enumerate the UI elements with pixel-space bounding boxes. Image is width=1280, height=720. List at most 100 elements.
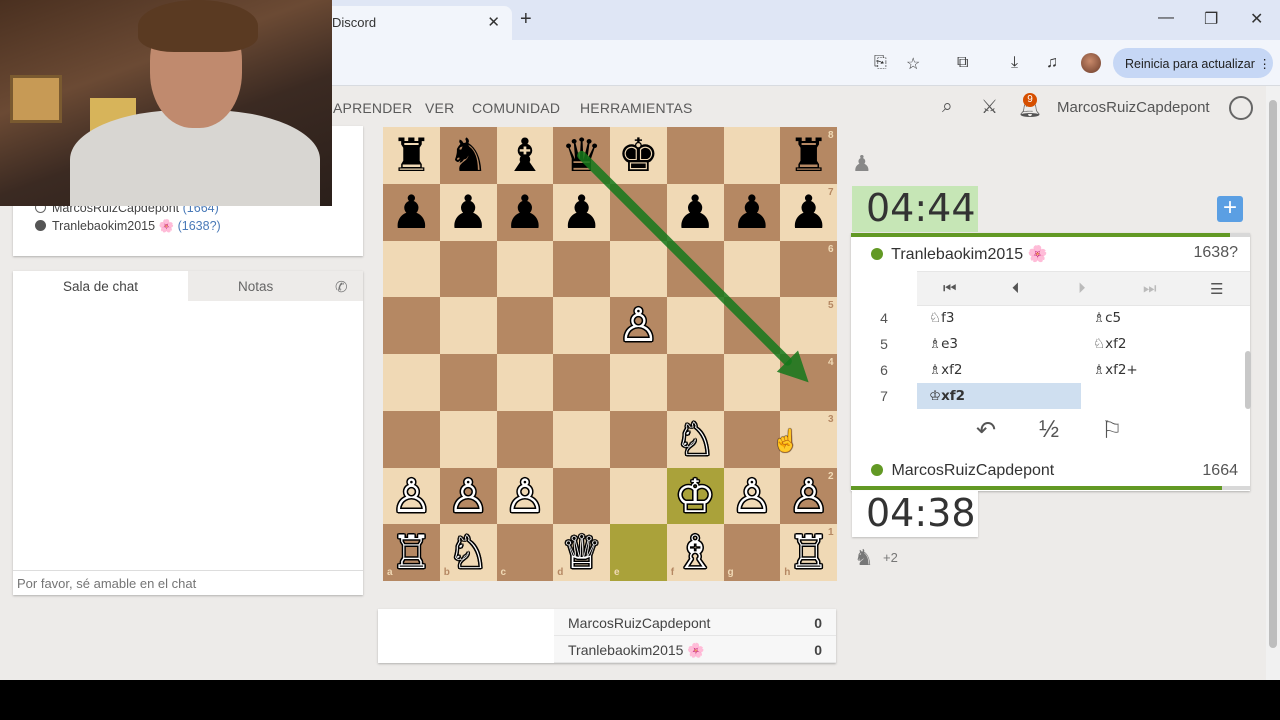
- square-f5[interactable]: [666, 297, 724, 354]
- square-c6[interactable]: [496, 240, 554, 298]
- move-black[interactable]: ♘xf2: [1081, 331, 1245, 357]
- square-e7[interactable]: [610, 183, 667, 241]
- piece-b8[interactable]: ♞: [440, 127, 497, 184]
- first-move-icon[interactable]: ⏮: [943, 280, 957, 297]
- piece-a8[interactable]: ♜: [383, 127, 440, 184]
- move-black[interactable]: [1081, 383, 1245, 409]
- nav-learn[interactable]: APRENDER: [333, 100, 412, 116]
- move-white[interactable]: ♗e3: [917, 331, 1081, 357]
- square-d4[interactable]: [553, 354, 610, 411]
- piece-b7[interactable]: ♟: [440, 184, 497, 241]
- square-f6[interactable]: [666, 240, 724, 298]
- moves-scrollbar[interactable]: [1245, 351, 1251, 409]
- update-button[interactable]: Reinicia para actualizar ⋮: [1113, 48, 1273, 78]
- piece-d7[interactable]: ♟: [553, 184, 610, 241]
- profile-avatar-icon[interactable]: [1081, 53, 1101, 73]
- square-d5[interactable]: [553, 297, 610, 354]
- user-icon[interactable]: [1229, 96, 1253, 120]
- piece-a1[interactable]: ♖: [383, 524, 440, 581]
- maximize-icon[interactable]: ❐: [1204, 9, 1218, 29]
- square-f8[interactable]: [666, 127, 724, 184]
- new-tab-icon[interactable]: +: [520, 8, 532, 31]
- square-g8[interactable]: [723, 127, 781, 184]
- offer-draw-button[interactable]: ½: [1039, 416, 1059, 444]
- opponent-name[interactable]: Tranlebaokim2015 🌸: [871, 244, 1047, 264]
- top-username[interactable]: MarcosRuizCapdepont: [1057, 99, 1210, 116]
- piece-b1[interactable]: ♘: [440, 524, 497, 581]
- square-d2[interactable]: [553, 467, 610, 525]
- square-c3[interactable]: [496, 410, 554, 468]
- minimize-icon[interactable]: —: [1158, 9, 1174, 27]
- piece-h7[interactable]: ♟: [780, 184, 837, 241]
- square-d6[interactable]: [553, 240, 610, 298]
- square-a3[interactable]: [383, 410, 440, 468]
- previous-move-icon[interactable]: ⏴: [1012, 280, 1020, 297]
- score-player-name[interactable]: Tranlebaokim2015 🌸: [568, 642, 705, 659]
- square-e3[interactable]: [610, 410, 667, 468]
- move-white[interactable]: ♘f3: [917, 305, 1081, 331]
- page-scrollbar-thumb[interactable]: [1269, 100, 1277, 648]
- install-app-icon[interactable]: ⎘: [874, 54, 887, 72]
- media-icon[interactable]: ♫: [1046, 54, 1058, 72]
- tab-close-icon[interactable]: ✕: [487, 13, 500, 31]
- move-white[interactable]: ♗xf2: [917, 357, 1081, 383]
- piece-c7[interactable]: ♟: [497, 184, 554, 241]
- piece-f7[interactable]: ♟: [667, 184, 724, 241]
- square-f4[interactable]: [666, 354, 724, 411]
- piece-c8[interactable]: ♝: [497, 127, 554, 184]
- square-e6[interactable]: [610, 240, 667, 298]
- next-move-icon[interactable]: ⏵: [1078, 280, 1086, 297]
- tab-chat[interactable]: Sala de chat: [13, 271, 188, 301]
- piece-f2[interactable]: ♔: [667, 468, 724, 525]
- piece-a7[interactable]: ♟: [383, 184, 440, 241]
- piece-h2[interactable]: ♙: [780, 468, 837, 525]
- extensions-icon[interactable]: ⧉: [957, 54, 968, 72]
- square-a4[interactable]: [383, 354, 440, 411]
- swords-icon[interactable]: ⚔: [981, 96, 998, 119]
- bookmark-star-icon[interactable]: ☆: [906, 54, 920, 74]
- nav-watch[interactable]: VER: [425, 100, 454, 116]
- square-a5[interactable]: [383, 297, 440, 354]
- piece-f1[interactable]: ♗: [667, 524, 724, 581]
- piece-b2[interactable]: ♙: [440, 468, 497, 525]
- square-g5[interactable]: [723, 297, 781, 354]
- square-a6[interactable]: [383, 240, 440, 298]
- piece-a2[interactable]: ♙: [383, 468, 440, 525]
- square-d3[interactable]: [553, 410, 610, 468]
- piece-g7[interactable]: ♟: [724, 184, 781, 241]
- square-c5[interactable]: [496, 297, 554, 354]
- piece-h8[interactable]: ♜: [780, 127, 837, 184]
- square-b5[interactable]: [439, 297, 497, 354]
- chat-input[interactable]: [13, 570, 363, 595]
- nav-tools[interactable]: HERRAMIENTAS: [580, 100, 693, 116]
- menu-icon[interactable]: ☰: [1210, 280, 1223, 298]
- score-player-name[interactable]: MarcosRuizCapdepont: [568, 615, 710, 631]
- player-entry[interactable]: Tranlebaokim2015 🌸 (1638?): [35, 219, 221, 234]
- square-b4[interactable]: [439, 354, 497, 411]
- square-c4[interactable]: [496, 354, 554, 411]
- square-e4[interactable]: [610, 354, 667, 411]
- close-window-icon[interactable]: ✕: [1250, 9, 1263, 29]
- resign-flag-icon[interactable]: ⚐: [1101, 416, 1123, 445]
- downloads-icon[interactable]: ⤓: [1011, 54, 1018, 72]
- square-g6[interactable]: [723, 240, 781, 298]
- add-time-button[interactable]: +: [1217, 196, 1243, 222]
- move-black[interactable]: ♗xf2+: [1081, 357, 1245, 383]
- piece-f3[interactable]: ♘: [667, 411, 724, 468]
- nav-community[interactable]: COMUNIDAD: [472, 100, 560, 116]
- piece-d8[interactable]: ♛: [553, 127, 610, 184]
- takeback-icon[interactable]: ↶: [976, 416, 996, 445]
- last-move-icon[interactable]: ⏭: [1143, 280, 1157, 297]
- phone-icon[interactable]: ✆: [335, 278, 348, 296]
- move-black[interactable]: ♗c5: [1081, 305, 1245, 331]
- square-b3[interactable]: [439, 410, 497, 468]
- piece-e8[interactable]: ♚: [610, 127, 667, 184]
- piece-g2[interactable]: ♙: [724, 468, 781, 525]
- move-white-active[interactable]: ♔xf2: [917, 383, 1081, 409]
- piece-e5[interactable]: ♙: [610, 297, 667, 354]
- piece-h1[interactable]: ♖: [780, 524, 837, 581]
- piece-d1[interactable]: ♕: [553, 524, 610, 581]
- my-name[interactable]: MarcosRuizCapdepont: [871, 462, 1054, 480]
- square-e2[interactable]: [610, 467, 667, 525]
- chess-board[interactable]: 8765432abcdefg1h ♜ ♞ ♝ ♛ ♚ ♜ ♟ ♟ ♟ ♟ ♟ ♟ ♟ ♙ ♘ ♙ ♙ ♙ ♔ ♙ ♙ ♖ ♘…: [383, 127, 837, 581]
